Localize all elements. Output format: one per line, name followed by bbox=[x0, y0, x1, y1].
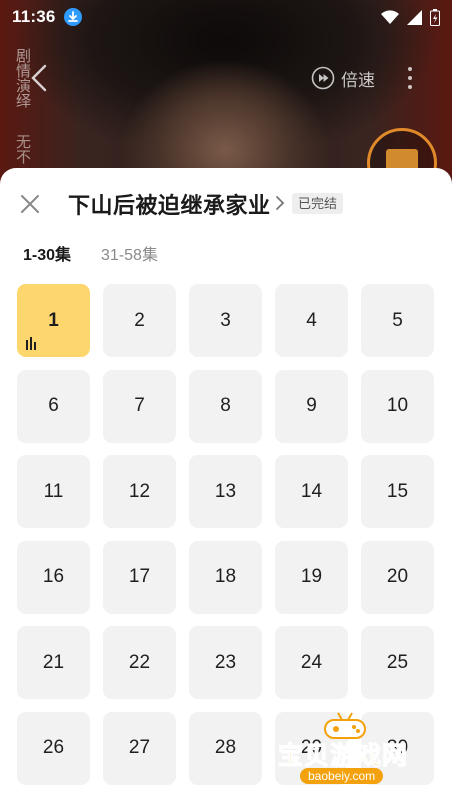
speed-button[interactable]: 倍速 bbox=[311, 64, 375, 92]
episode-number: 8 bbox=[220, 395, 231, 416]
episode-button[interactable]: 18 bbox=[189, 540, 262, 614]
episode-button[interactable]: 29 bbox=[275, 711, 348, 785]
episode-button[interactable]: 2 bbox=[103, 284, 176, 357]
episode-button[interactable]: 21 bbox=[17, 626, 90, 699]
status-time: 11:36 bbox=[12, 7, 56, 26]
episode-number: 19 bbox=[300, 566, 323, 587]
episode-number: 22 bbox=[128, 651, 151, 673]
episode-button[interactable]: 16 bbox=[17, 540, 90, 614]
episode-number: 30 bbox=[386, 737, 409, 758]
range-tab[interactable]: 1-30集 bbox=[23, 241, 71, 265]
episode-number: 3 bbox=[220, 309, 231, 331]
episode-number: 4 bbox=[306, 309, 317, 331]
episode-button[interactable]: 5 bbox=[361, 284, 434, 357]
back-icon[interactable] bbox=[28, 62, 50, 94]
episode-button[interactable]: 1 bbox=[17, 284, 90, 357]
episode-number: 6 bbox=[48, 395, 59, 416]
video-player[interactable]: 11:36 剧情演绎 无不 倍速 bbox=[0, 0, 452, 190]
episode-number: 17 bbox=[128, 566, 151, 587]
status-badge: 已完结 bbox=[292, 193, 344, 214]
episode-button[interactable]: 19 bbox=[275, 540, 348, 614]
episode-number: 5 bbox=[392, 309, 403, 331]
episode-button[interactable]: 28 bbox=[189, 711, 262, 785]
battery-icon bbox=[430, 8, 440, 26]
episode-number: 29 bbox=[300, 737, 323, 758]
episode-button[interactable]: 26 bbox=[17, 711, 90, 785]
episode-button[interactable]: 7 bbox=[103, 369, 176, 443]
speed-icon bbox=[311, 66, 335, 90]
episode-number: 28 bbox=[214, 737, 237, 758]
wifi-icon bbox=[381, 10, 399, 24]
episode-button[interactable]: 11 bbox=[17, 455, 90, 528]
episode-number: 11 bbox=[43, 480, 64, 502]
episode-number: 20 bbox=[386, 566, 409, 587]
chevron-right-icon[interactable] bbox=[274, 194, 286, 212]
episode-button[interactable]: 27 bbox=[103, 711, 176, 785]
side-caption-bottom: 无不 bbox=[14, 134, 31, 164]
close-icon[interactable] bbox=[18, 192, 42, 216]
episode-button[interactable]: 23 bbox=[189, 626, 262, 699]
episode-number: 7 bbox=[134, 395, 145, 416]
episode-sheet: 下山后被迫继承家业 已完结 1-30集 31-58集 1 2 3 4 5 6 7 8 9 10 11 1… bbox=[0, 168, 452, 804]
episode-button[interactable]: 13 bbox=[189, 455, 262, 528]
now-playing-icon bbox=[26, 337, 36, 350]
episode-number: 16 bbox=[42, 566, 65, 587]
episode-number: 1 bbox=[48, 309, 59, 331]
episode-button[interactable]: 30 bbox=[361, 711, 434, 785]
drama-title[interactable]: 下山后被迫继承家业 bbox=[68, 188, 271, 220]
episode-button[interactable]: 25 bbox=[361, 626, 434, 699]
episode-grid: 1 2 3 4 5 6 7 8 9 10 11 12 13 14 15 16 17 18 19 20 21 22 23 24 2… bbox=[17, 284, 434, 785]
episode-button[interactable]: 3 bbox=[189, 284, 262, 357]
episode-button[interactable]: 8 bbox=[189, 369, 262, 443]
episode-number: 26 bbox=[42, 737, 65, 758]
episode-button[interactable]: 6 bbox=[17, 369, 90, 443]
episode-number: 12 bbox=[128, 480, 151, 502]
episode-number: 2 bbox=[134, 309, 145, 331]
episode-number: 13 bbox=[214, 480, 237, 502]
episode-number: 18 bbox=[214, 566, 237, 587]
status-bar: 11:36 bbox=[0, 0, 452, 34]
speed-label: 倍速 bbox=[341, 70, 375, 90]
episode-number: 25 bbox=[386, 651, 409, 673]
more-options-icon[interactable] bbox=[400, 64, 420, 92]
episode-button[interactable]: 4 bbox=[275, 284, 348, 357]
episode-button[interactable]: 9 bbox=[275, 369, 348, 443]
episode-number: 9 bbox=[306, 395, 317, 416]
episode-button[interactable]: 24 bbox=[275, 626, 348, 699]
episode-number: 23 bbox=[214, 651, 237, 673]
episode-button[interactable]: 15 bbox=[361, 455, 434, 528]
download-icon bbox=[63, 8, 82, 26]
episode-button[interactable]: 12 bbox=[103, 455, 176, 528]
episode-button[interactable]: 22 bbox=[103, 626, 176, 699]
episode-number: 10 bbox=[386, 395, 409, 416]
episode-button[interactable]: 14 bbox=[275, 455, 348, 528]
episode-number: 15 bbox=[386, 480, 409, 502]
episode-button[interactable]: 10 bbox=[361, 369, 434, 443]
episode-number: 21 bbox=[42, 651, 65, 673]
range-tab[interactable]: 31-58集 bbox=[101, 241, 158, 265]
episode-button[interactable]: 17 bbox=[103, 540, 176, 614]
episode-number: 14 bbox=[300, 480, 323, 502]
cell-signal-icon bbox=[407, 9, 422, 25]
episode-number: 27 bbox=[128, 737, 151, 758]
episode-button[interactable]: 20 bbox=[361, 540, 434, 614]
episode-range-tabs: 1-30集 31-58集 bbox=[23, 241, 158, 265]
episode-number: 24 bbox=[300, 651, 323, 673]
